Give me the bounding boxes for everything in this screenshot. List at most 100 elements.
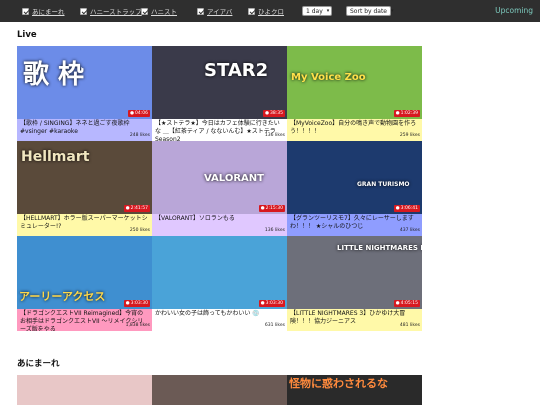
filter-label[interactable]: ハニーストラップ (90, 6, 142, 16)
duration-badge: ● 2:41:57 (123, 205, 150, 212)
live-icon: ● (395, 111, 400, 116)
video-card[interactable]: 歌 枠 ● 04:06 【歌枠 / SINGING】ネネと過ごす夜歌枠 #vsing… (17, 46, 152, 141)
video-thumbnail[interactable]: アーリーアクセス ● 3:03:30 (17, 236, 152, 309)
filter-aiava[interactable]: アイアバ (197, 5, 232, 17)
filter-label[interactable]: ひよクロ (258, 6, 284, 16)
duration-badge: ● 38:35 (263, 110, 285, 117)
sort-select-value: Sort by date (350, 7, 388, 15)
chevron-down-icon: ▾ (326, 8, 330, 14)
video-title[interactable]: 【MyVoiceZoo】自分の鳴き声で動物園を作ろう！！！！ (290, 120, 416, 135)
checkbox-icon[interactable] (141, 7, 148, 15)
video-thumbnail[interactable]: GRAN TURISMO ● 3:06:41 (287, 141, 422, 214)
video-thumbnail[interactable] (17, 375, 152, 405)
sort-select[interactable]: Sort by date ▾ (346, 6, 394, 16)
thumbnail-text: アーリーアクセス (19, 290, 106, 303)
duration-badge: ● 3:03:30 (258, 300, 285, 307)
video-thumbnail[interactable]: STAR2 ● 38:35 (152, 46, 287, 119)
live-icon: ● (260, 206, 265, 211)
likes-count: 250 likes (129, 228, 150, 233)
checkbox-icon[interactable] (80, 7, 87, 15)
video-title[interactable]: 【★ストテラ★】今日はカフェ体験に行きたいな ＿【紅茶ティア / なないんむ】★… (155, 120, 280, 141)
thumbnail-text: LITTLE NIGHTMARES III (337, 244, 422, 252)
video-caption[interactable]: 【LITTLE NIGHTMARES 3】ひかゆけ大冒険！！！協力ジーニアス 48… (287, 309, 422, 331)
checkbox-icon[interactable] (248, 7, 255, 15)
video-thumbnail[interactable]: My Voice Zoo ● 1:02:39 (287, 46, 422, 119)
video-caption[interactable]: 【MyVoiceZoo】自分の鳴き声で動物園を作ろう！！！！ 259 likes (287, 119, 422, 141)
filter-label[interactable]: アイアバ (207, 6, 232, 16)
duration-select-value: 1 day (306, 7, 323, 15)
video-thumbnail[interactable]: LITTLE NIGHTMARES III ● 4:05:15 (287, 236, 422, 309)
video-caption[interactable]: 【グランツーリスモ7】久々にレーサーしますわ！！！ ★シャルのひつじ 437 li… (287, 214, 422, 236)
duration-text: 2:15:30 (265, 206, 283, 211)
video-title[interactable]: 【歌枠 / SINGING】ネネと過ごす夜歌枠 #vsinger #karaok… (20, 120, 130, 135)
thumbnail-text: My Voice Zoo (291, 72, 366, 83)
likes-count: 1,838 likes (125, 323, 150, 328)
duration-badge: ● 2:15:30 (258, 205, 285, 212)
filter-label[interactable]: あにまーれ (32, 6, 65, 16)
live-video-grid: 歌 枠 ● 04:06 【歌枠 / SINGING】ネネと過ごす夜歌枠 #vsing… (17, 46, 422, 331)
likes-count: 259 likes (399, 133, 420, 138)
upcoming-link[interactable]: Upcoming (495, 6, 533, 15)
live-icon: ● (125, 206, 130, 211)
likes-count: 136 likes (264, 133, 285, 138)
duration-text: 04:06 (135, 111, 148, 116)
duration-text: 3:03:30 (130, 301, 148, 306)
video-caption[interactable]: かわいい女の子は飾ってもかわいい 💿 631 likes (152, 309, 287, 331)
chevron-down-icon: ▾ (391, 8, 394, 14)
video-card[interactable]: アーリーアクセス ● 3:03:30 【ドラゴンクエストVII Reimagined… (17, 236, 152, 331)
video-card[interactable]: ● 3:03:30 かわいい女の子は飾ってもかわいい 💿 631 likes (152, 236, 287, 331)
filter-hiyokuro[interactable]: ひよクロ (248, 5, 284, 17)
duration-badge: ● 3:06:41 (393, 205, 420, 212)
live-icon: ● (395, 206, 400, 211)
video-caption[interactable]: 【VALORANT】ソロランもる 136 likes (152, 214, 287, 236)
video-title[interactable]: 【VALORANT】ソロランもる (155, 215, 235, 222)
video-card[interactable]: GRAN TURISMO ● 3:06:41 【グランツーリスモ7】久々にレーサーし… (287, 141, 422, 236)
video-card[interactable]: STAR2 ● 38:35 【★ストテラ★】今日はカフェ体験に行きたいな ＿【紅茶テ… (152, 46, 287, 141)
filter-honeystrap[interactable]: ハニーストラップ (80, 5, 142, 17)
filter-label[interactable]: ハニスト (151, 6, 177, 16)
duration-text: 38:35 (270, 111, 283, 116)
video-card[interactable]: VALORANT ● 2:15:30 【VALORANT】ソロランもる 136 lik… (152, 141, 287, 236)
thumbnail-text: 怪物に惑わされるな (289, 377, 388, 390)
duration-text: 2:41:57 (130, 206, 148, 211)
thumbnail-text: VALORANT (204, 173, 264, 184)
video-title[interactable]: 【LITTLE NIGHTMARES 3】ひかゆけ大冒険！！！協力ジーニアス (290, 310, 405, 325)
duration-badge: ● 4:05:15 (393, 300, 420, 307)
section-title-animare: あにまーれ (17, 359, 60, 369)
video-thumbnail[interactable] (152, 375, 287, 405)
video-title[interactable]: かわいい女の子は飾ってもかわいい 💿 (155, 310, 260, 317)
checkbox-icon[interactable] (197, 7, 204, 15)
duration-select[interactable]: 1 day ▾ (302, 6, 332, 16)
video-title[interactable]: 【グランツーリスモ7】久々にレーサーしますわ！！！ ★シャルのひつじ (290, 215, 414, 230)
duration-text: 3:06:41 (400, 206, 418, 211)
video-thumbnail[interactable]: ● 3:03:30 (152, 236, 287, 309)
video-card[interactable]: My Voice Zoo ● 1:02:39 【MyVoiceZoo】自分の鳴き声で… (287, 46, 422, 141)
likes-count: 248 likes (129, 133, 150, 138)
video-title[interactable]: 【HELLMART】ホラー版スーパーマーケットシミュレーター!? (20, 215, 148, 230)
video-thumbnail[interactable]: 歌 枠 ● 04:06 (17, 46, 152, 119)
video-card[interactable]: LITTLE NIGHTMARES III ● 4:05:15 【LITTLE NI… (287, 236, 422, 331)
animare-video-row: 怪物に惑わされるな (17, 375, 422, 405)
live-icon: ● (395, 301, 400, 306)
video-caption[interactable]: 【ドラゴンクエストVII Reimagined】今宵のお相手はドラゴンクエストV… (17, 309, 152, 331)
thumbnail-text: 歌 枠 (23, 60, 85, 90)
live-icon: ● (125, 301, 130, 306)
video-thumbnail[interactable]: 怪物に惑わされるな (287, 375, 422, 405)
duration-text: 4:05:15 (400, 301, 418, 306)
video-thumbnail[interactable]: VALORANT ● 2:15:30 (152, 141, 287, 214)
duration-badge: ● 1:02:39 (393, 110, 420, 117)
top-filter-bar: あにまーれ ハニーストラップ ハニスト アイアバ ひよクロ 1 day ▾ So… (0, 0, 540, 22)
checkbox-icon[interactable] (22, 7, 29, 15)
video-caption[interactable]: 【歌枠 / SINGING】ネネと過ごす夜歌枠 #vsinger #karaok… (17, 119, 152, 141)
filter-honist[interactable]: ハニスト (141, 5, 177, 17)
video-caption[interactable]: 【★ストテラ★】今日はカフェ体験に行きたいな ＿【紅茶ティア / なないんむ】★… (152, 119, 287, 141)
video-card[interactable]: Hellmart ● 2:41:57 【HELLMART】ホラー版スーパーマーケット… (17, 141, 152, 236)
video-thumbnail[interactable]: Hellmart ● 2:41:57 (17, 141, 152, 214)
thumbnail-text: STAR2 (204, 60, 269, 81)
filter-animare[interactable]: あにまーれ (22, 5, 65, 17)
video-caption[interactable]: 【HELLMART】ホラー版スーパーマーケットシミュレーター!? 250 like… (17, 214, 152, 236)
likes-count: 136 likes (264, 228, 285, 233)
likes-count: 481 likes (399, 323, 420, 328)
duration-badge: ● 04:06 (128, 110, 150, 117)
live-icon: ● (130, 111, 135, 116)
